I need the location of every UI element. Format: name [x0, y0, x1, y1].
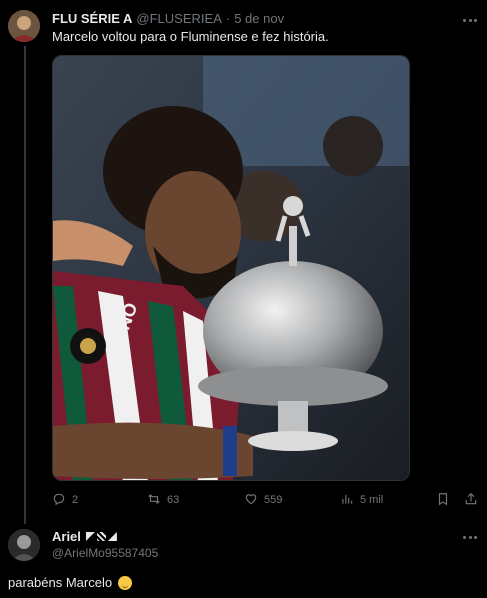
thread-connector-line	[24, 46, 26, 524]
share-button[interactable]	[464, 491, 478, 509]
like-icon	[244, 492, 258, 509]
retweet-icon	[147, 492, 161, 509]
bookmark-button[interactable]	[436, 491, 450, 509]
reply-author-name[interactable]: Ariel	[52, 529, 81, 544]
flag-icons	[85, 532, 117, 541]
separator-dot: ·	[225, 11, 231, 26]
author-handle[interactable]: @FLUSERIEA	[136, 11, 221, 26]
avatar[interactable]	[8, 529, 40, 561]
views-icon	[340, 492, 354, 509]
reply-icon	[52, 492, 66, 509]
reply-button[interactable]: 2	[52, 491, 78, 509]
tweet-photo[interactable]: ZINO	[52, 55, 410, 481]
like-button[interactable]: 559	[244, 491, 282, 509]
tweet-text: Marcelo voltou para o Fluminense e fez h…	[52, 29, 329, 44]
reply-text-content: parabéns Marcelo	[8, 575, 113, 590]
retweet-count: 63	[167, 494, 180, 506]
views-count: 5 mil	[360, 494, 384, 506]
more-icon[interactable]	[463, 530, 477, 544]
reply-count: 2	[72, 494, 79, 506]
flag-icon	[107, 532, 117, 541]
like-count: 559	[264, 494, 283, 506]
flag-icon	[85, 532, 95, 541]
more-icon[interactable]	[463, 13, 477, 27]
views-button[interactable]: 5 mil	[340, 491, 383, 509]
reply-author-handle[interactable]: @ArielMo95587405	[52, 546, 158, 560]
tweet-date[interactable]: 5 de nov	[234, 11, 284, 26]
flag-icon	[96, 532, 106, 541]
share-icon	[464, 492, 478, 509]
avatar[interactable]	[8, 10, 40, 42]
reply-text: parabéns Marcelo	[8, 575, 133, 590]
author-name[interactable]: FLU SÉRIE A	[52, 11, 132, 26]
tweet-header: FLU SÉRIE A @FLUSERIEA · 5 de nov	[52, 11, 284, 26]
reply-header: Ariel	[52, 529, 117, 544]
retweet-button[interactable]: 63	[147, 491, 179, 509]
hugging-emoji-icon	[118, 575, 133, 590]
bookmark-icon	[436, 492, 450, 509]
tweet-actions: 2 63 559 5 mil	[52, 491, 479, 509]
